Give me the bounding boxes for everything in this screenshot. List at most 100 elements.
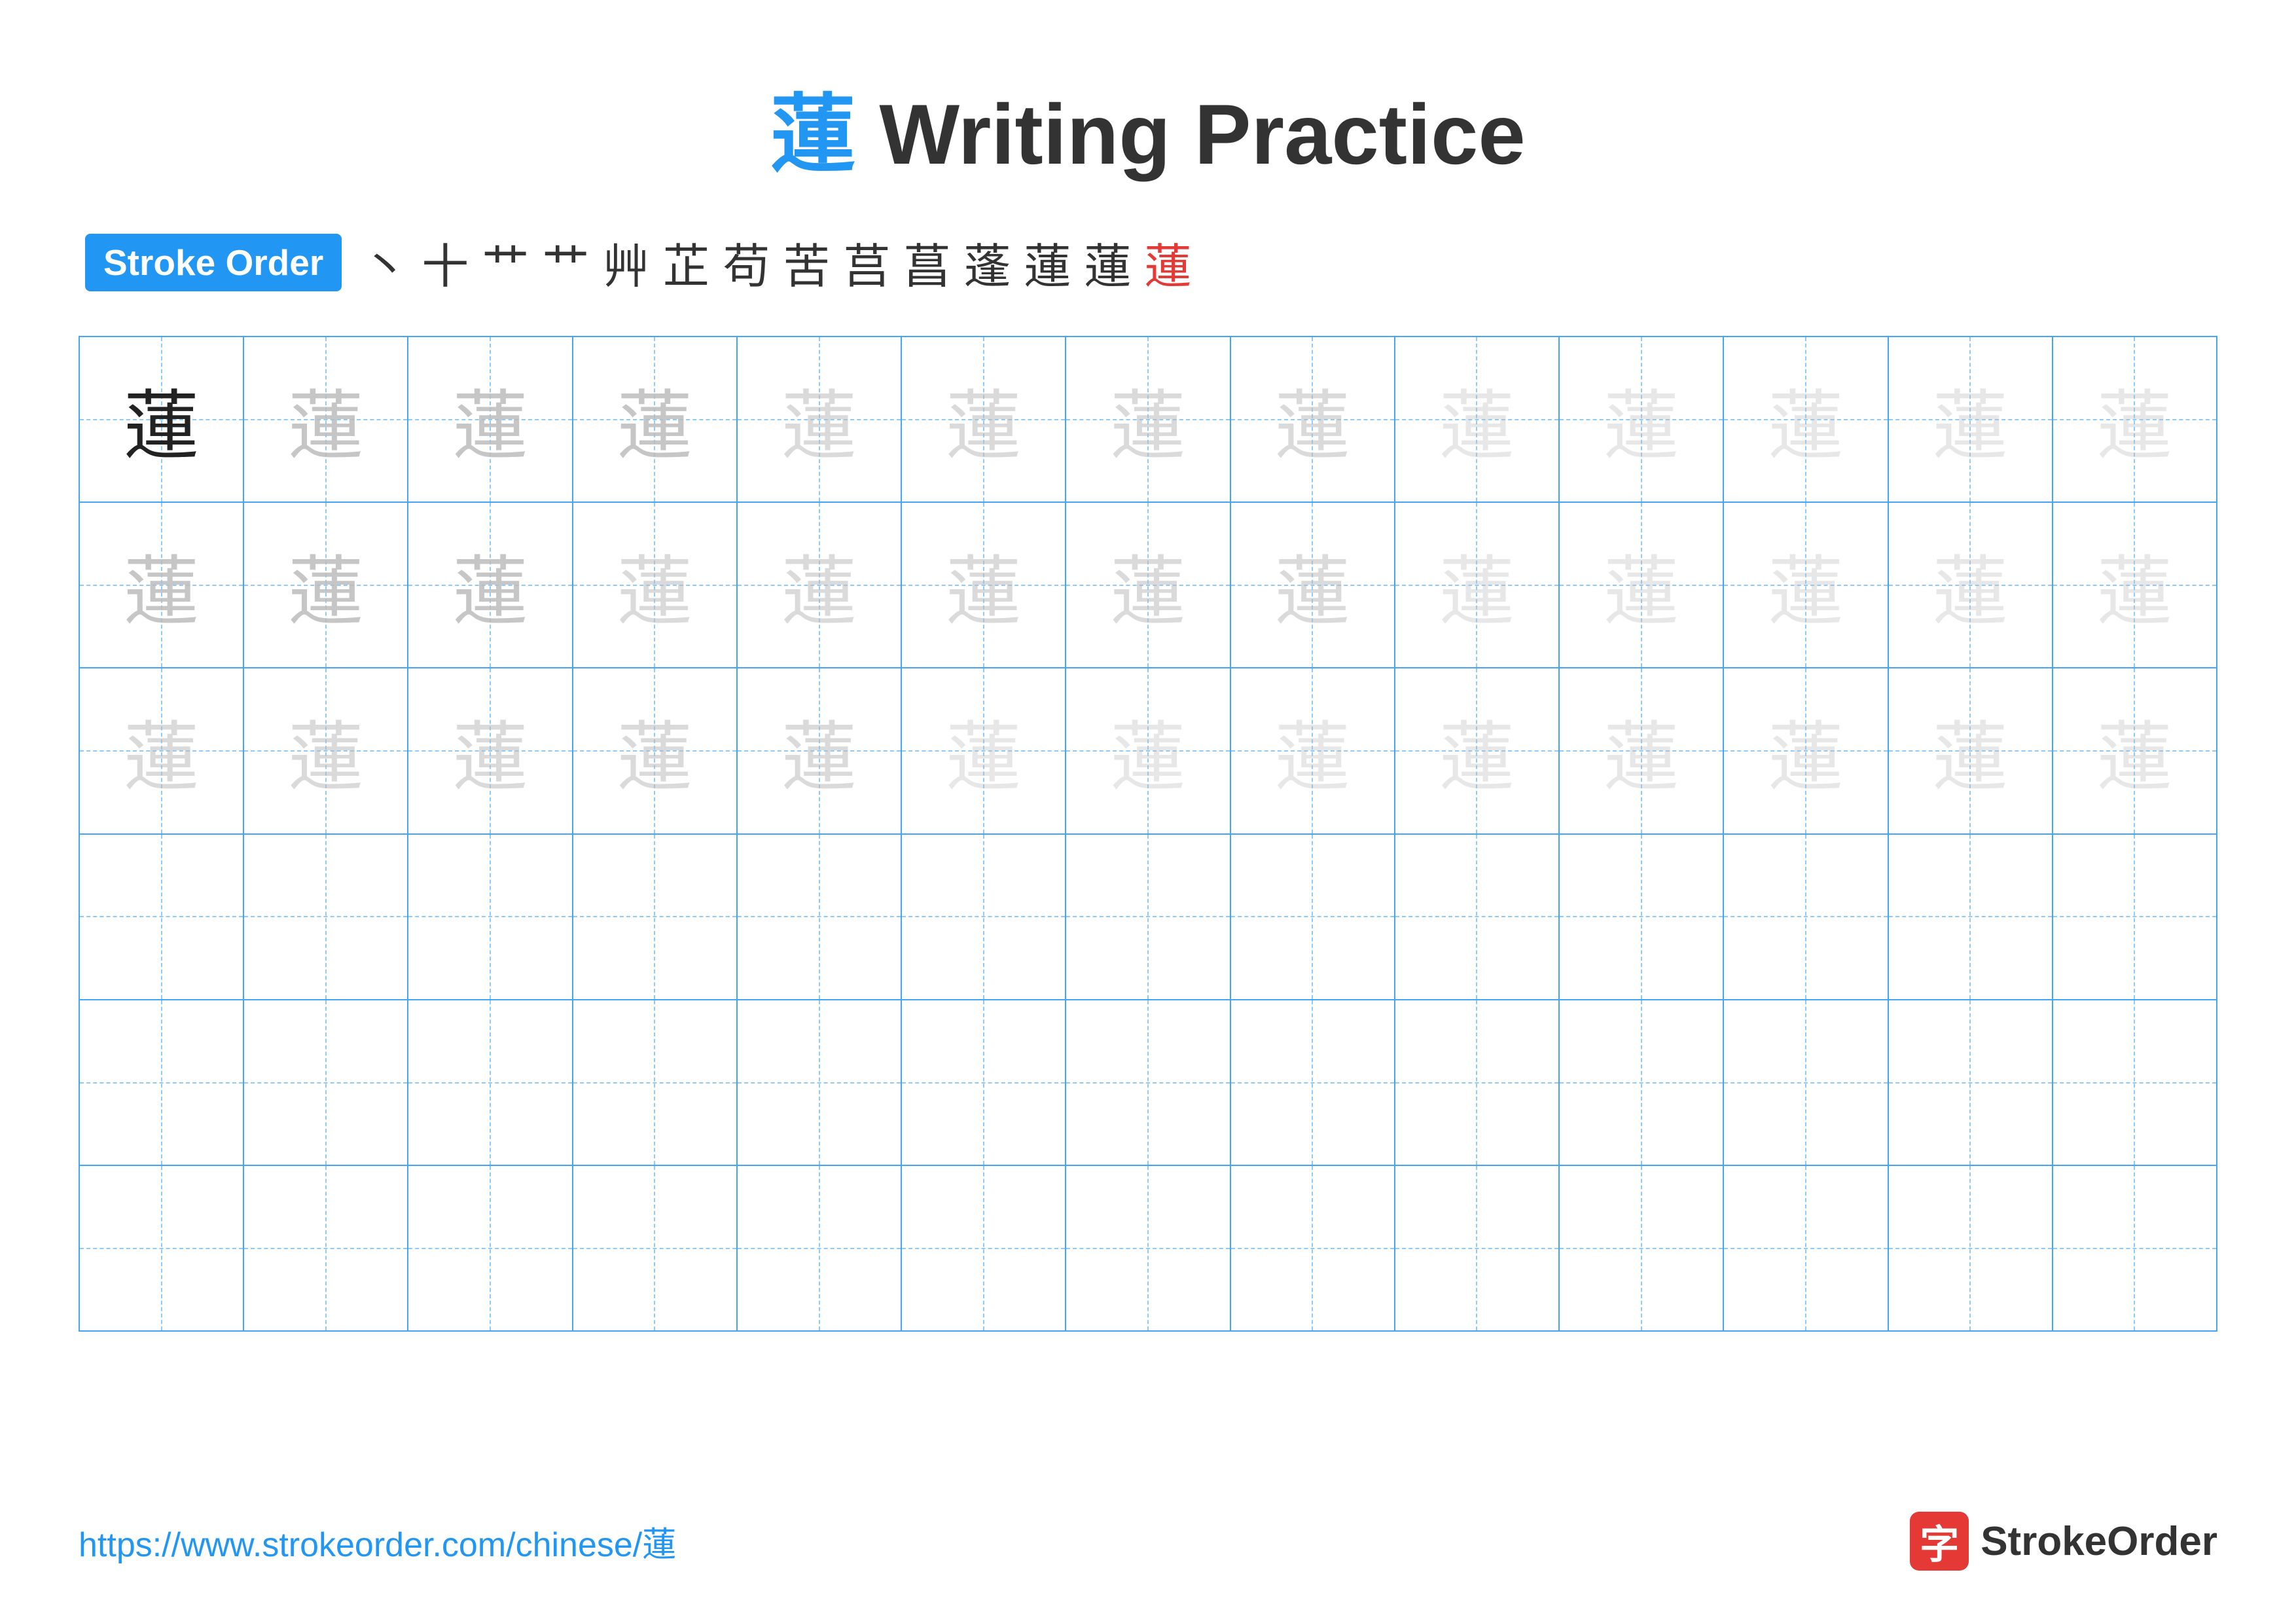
practice-char: 蓮 bbox=[781, 697, 857, 805]
stroke-2: 十 bbox=[422, 228, 469, 297]
footer-url[interactable]: https://www.strokeorder.com/chinese/蓮 bbox=[79, 1517, 676, 1566]
grid-cell bbox=[2053, 835, 2216, 999]
practice-char: 蓮 bbox=[124, 697, 199, 805]
grid-cell: 蓮 bbox=[1889, 337, 2053, 501]
grid-cell: 蓮 bbox=[1231, 337, 1395, 501]
grid-cell bbox=[1560, 835, 1724, 999]
grid-cell: 蓮 bbox=[902, 503, 1066, 667]
grid-cell: 蓮 bbox=[1560, 668, 1724, 833]
practice-char: 蓮 bbox=[1933, 697, 2008, 805]
practice-char: 蓮 bbox=[2097, 365, 2172, 474]
grid-cell bbox=[244, 835, 408, 999]
grid-cell: 蓮 bbox=[408, 503, 573, 667]
grid-cell bbox=[1395, 1000, 1560, 1165]
grid-cell bbox=[1395, 1166, 1560, 1330]
footer-logo: 字 StrokeOrder bbox=[1910, 1512, 2217, 1571]
grid-cell: 蓮 bbox=[244, 668, 408, 833]
grid-cell bbox=[80, 835, 244, 999]
practice-char: 蓮 bbox=[453, 697, 528, 805]
grid-cell bbox=[244, 1000, 408, 1165]
grid-cell: 蓮 bbox=[1889, 668, 2053, 833]
stroke-steps: 丶 十 艹 艹 艸 芷 苟 苦 莒 菖 蓬 蓮 蓮 蓮 bbox=[361, 228, 1191, 297]
stroke-3: 艹 bbox=[482, 228, 529, 297]
grid-cell bbox=[738, 1000, 902, 1165]
practice-char: 蓮 bbox=[946, 697, 1021, 805]
grid-cell bbox=[1066, 1000, 1230, 1165]
grid-cell: 蓮 bbox=[408, 337, 573, 501]
practice-char: 蓮 bbox=[288, 531, 363, 640]
stroke-10: 菖 bbox=[903, 228, 950, 297]
grid-cell bbox=[2053, 1166, 2216, 1330]
stroke-5: 艸 bbox=[602, 228, 649, 297]
practice-char: 蓮 bbox=[1439, 531, 1515, 640]
stroke-6: 芷 bbox=[662, 228, 709, 297]
practice-char: 蓮 bbox=[1439, 365, 1515, 474]
practice-char: 蓮 bbox=[781, 365, 857, 474]
footer: https://www.strokeorder.com/chinese/蓮 字 … bbox=[79, 1512, 2217, 1571]
stroke-7: 苟 bbox=[723, 228, 770, 297]
practice-char: 蓮 bbox=[617, 531, 692, 640]
grid-cell bbox=[408, 1166, 573, 1330]
practice-char: 蓮 bbox=[1275, 531, 1350, 640]
stroke-13: 蓮 bbox=[1084, 228, 1131, 297]
grid-cell bbox=[738, 835, 902, 999]
grid-cell: 蓮 bbox=[1560, 337, 1724, 501]
grid-cell bbox=[1560, 1166, 1724, 1330]
practice-char: 蓮 bbox=[1933, 365, 2008, 474]
grid-cell bbox=[573, 835, 738, 999]
practice-char: 蓮 bbox=[1933, 531, 2008, 640]
grid-cell: 蓮 bbox=[244, 337, 408, 501]
grid-cell: 蓮 bbox=[80, 503, 244, 667]
practice-char: 蓮 bbox=[124, 531, 199, 640]
page: 蓮 Writing Practice Stroke Order 丶 十 艹 艹 … bbox=[0, 0, 2296, 1623]
practice-grid: 蓮 蓮 蓮 蓮 蓮 蓮 蓮 蓮 蓮 蓮 蓮 蓮 蓮 蓮 蓮 蓮 蓮 蓮 蓮 蓮 … bbox=[79, 336, 2217, 1332]
practice-char: 蓮 bbox=[2097, 697, 2172, 805]
grid-cell bbox=[1231, 1166, 1395, 1330]
stroke-14: 蓮 bbox=[1144, 228, 1191, 297]
grid-cell bbox=[2053, 1000, 2216, 1165]
grid-cell: 蓮 bbox=[2053, 668, 2216, 833]
grid-cell bbox=[902, 835, 1066, 999]
grid-cell bbox=[1889, 1000, 2053, 1165]
grid-cell bbox=[573, 1000, 738, 1165]
practice-char: 蓮 bbox=[1768, 697, 1843, 805]
grid-cell: 蓮 bbox=[1066, 668, 1230, 833]
practice-char: 蓮 bbox=[1604, 365, 1679, 474]
practice-char: 蓮 bbox=[781, 531, 857, 640]
grid-cell: 蓮 bbox=[738, 503, 902, 667]
title-english: Writing Practice bbox=[855, 86, 1525, 182]
practice-char: 蓮 bbox=[1275, 365, 1350, 474]
practice-char: 蓮 bbox=[617, 365, 692, 474]
grid-cell bbox=[1066, 835, 1230, 999]
grid-cell bbox=[1724, 1166, 1888, 1330]
grid-cell: 蓮 bbox=[1395, 337, 1560, 501]
grid-cell: 蓮 bbox=[1066, 503, 1230, 667]
grid-row-4 bbox=[80, 835, 2216, 1000]
practice-char: 蓮 bbox=[617, 697, 692, 805]
grid-cell: 蓮 bbox=[1231, 668, 1395, 833]
grid-row-1: 蓮 蓮 蓮 蓮 蓮 蓮 蓮 蓮 蓮 蓮 蓮 蓮 蓮 bbox=[80, 337, 2216, 503]
grid-cell bbox=[902, 1000, 1066, 1165]
page-title: 蓮 Writing Practice bbox=[79, 65, 2217, 189]
practice-char: 蓮 bbox=[453, 531, 528, 640]
practice-char: 蓮 bbox=[1604, 531, 1679, 640]
grid-cell: 蓮 bbox=[1395, 668, 1560, 833]
stroke-4: 艹 bbox=[542, 228, 589, 297]
grid-cell bbox=[80, 1166, 244, 1330]
grid-cell: 蓮 bbox=[2053, 503, 2216, 667]
grid-cell bbox=[1724, 1000, 1888, 1165]
practice-char: 蓮 bbox=[1439, 697, 1515, 805]
practice-char: 蓮 bbox=[124, 365, 199, 474]
practice-char: 蓮 bbox=[453, 365, 528, 474]
stroke-order-badge: Stroke Order bbox=[85, 234, 342, 291]
grid-cell: 蓮 bbox=[1231, 503, 1395, 667]
grid-cell: 蓮 bbox=[738, 668, 902, 833]
grid-row-2: 蓮 蓮 蓮 蓮 蓮 蓮 蓮 蓮 蓮 蓮 蓮 蓮 蓮 bbox=[80, 503, 2216, 668]
stroke-1: 丶 bbox=[361, 228, 408, 297]
grid-cell: 蓮 bbox=[1724, 337, 1888, 501]
practice-char: 蓮 bbox=[1111, 697, 1186, 805]
footer-logo-text: StrokeOrder bbox=[1981, 1518, 2217, 1565]
practice-char: 蓮 bbox=[1768, 531, 1843, 640]
grid-cell bbox=[1560, 1000, 1724, 1165]
grid-cell bbox=[408, 835, 573, 999]
